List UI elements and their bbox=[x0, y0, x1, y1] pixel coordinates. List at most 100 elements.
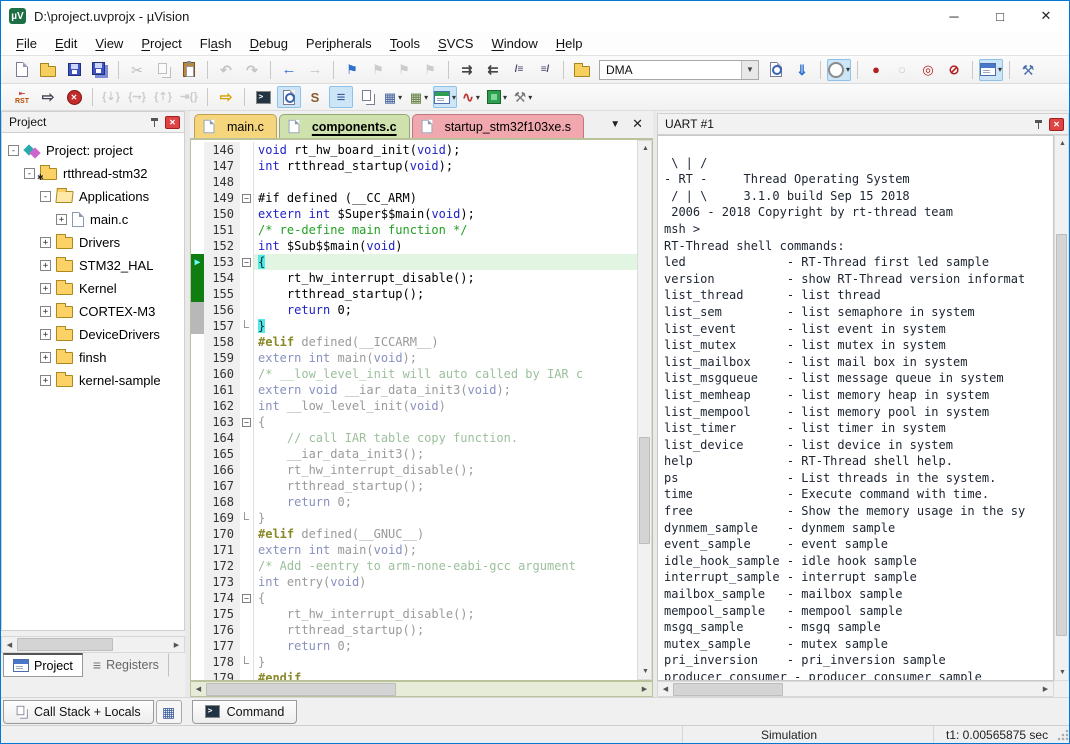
scroll-right-icon[interactable]: ▶ bbox=[1038, 682, 1053, 697]
fold-close-icon[interactable] bbox=[240, 654, 254, 670]
editor-hscrollbar[interactable]: ◀ ▶ bbox=[190, 681, 653, 697]
save-button[interactable] bbox=[62, 59, 86, 81]
fold-open-icon[interactable]: − bbox=[240, 414, 254, 430]
disassembly-window-button[interactable] bbox=[277, 86, 301, 108]
previous-bookmark-button[interactable]: ⚑ bbox=[366, 59, 390, 81]
expand-icon[interactable]: + bbox=[40, 283, 51, 294]
serial-window-button[interactable]: ▾ bbox=[433, 86, 457, 108]
uart-terminal[interactable]: \ | /- RT - Thread Operating System / | … bbox=[657, 135, 1054, 681]
unindent-button[interactable]: ⇇ bbox=[481, 59, 505, 81]
step-button[interactable]: {⇣} bbox=[99, 86, 123, 108]
window-layout-button[interactable]: ▾ bbox=[979, 59, 1003, 81]
project-hscrollbar[interactable]: ◀ ▶ bbox=[1, 636, 185, 653]
navigate-forward-button[interactable]: → bbox=[303, 59, 327, 81]
expand-icon[interactable]: + bbox=[40, 352, 51, 363]
uart-hscrollbar[interactable]: ◀ ▶ bbox=[657, 681, 1054, 697]
tree-item-drivers[interactable]: +Drivers bbox=[2, 231, 184, 254]
chevron-down-icon[interactable]: ▾ bbox=[528, 93, 532, 102]
resize-grip[interactable] bbox=[1056, 728, 1069, 741]
memory-window-button[interactable]: ▦ bbox=[156, 700, 182, 724]
analysis-window-button[interactable]: ∿▾ bbox=[459, 86, 483, 108]
fold-close-icon[interactable] bbox=[240, 318, 254, 334]
editor-tab-startup-stm32f103xe-s[interactable]: startup_stm32f103xe.s bbox=[412, 114, 584, 138]
close-panel-icon[interactable]: ✕ bbox=[1049, 118, 1064, 131]
expand-icon[interactable]: + bbox=[40, 237, 51, 248]
toolbox-button[interactable]: ⚒▾ bbox=[511, 86, 535, 108]
target-select[interactable]: DMA▼ bbox=[599, 60, 759, 80]
cut-button[interactable]: ✂ bbox=[125, 59, 149, 81]
tab-list-icon[interactable]: ▼ bbox=[610, 119, 620, 130]
registers-window-button[interactable]: ≡ bbox=[329, 86, 353, 108]
scroll-right-icon[interactable]: ▶ bbox=[637, 682, 652, 697]
navigate-back-button[interactable]: ← bbox=[277, 59, 301, 81]
tree-item-project-project[interactable]: -Project: project bbox=[2, 139, 184, 162]
scroll-right-icon[interactable]: ▶ bbox=[169, 637, 184, 652]
expand-icon[interactable]: + bbox=[40, 260, 51, 271]
scroll-left-icon[interactable]: ◀ bbox=[658, 682, 673, 697]
tree-item-applications[interactable]: -Applications bbox=[2, 185, 184, 208]
stop-button[interactable]: ✕ bbox=[62, 86, 86, 108]
reset-cpu-button[interactable]: ⇤RST bbox=[10, 86, 34, 108]
load-application-button[interactable] bbox=[570, 59, 594, 81]
undo-button[interactable]: ↶ bbox=[214, 59, 238, 81]
maximize-button[interactable]: □ bbox=[977, 1, 1023, 31]
chevron-down-icon[interactable]: ▾ bbox=[476, 93, 480, 102]
collapse-icon[interactable]: - bbox=[8, 145, 19, 156]
new-file-button[interactable] bbox=[10, 59, 34, 81]
scroll-thumb[interactable] bbox=[639, 437, 650, 545]
uart-vscrollbar[interactable]: ▲ ▼ bbox=[1054, 135, 1069, 681]
run-button[interactable]: ⇨ bbox=[36, 86, 60, 108]
minimize-button[interactable]: ─ bbox=[931, 1, 977, 31]
close-panel-icon[interactable]: ✕ bbox=[165, 116, 180, 129]
step-out-button[interactable]: {⇡} bbox=[151, 86, 175, 108]
tree-item-rtthread-stm32[interactable]: -rtthread-stm32 bbox=[2, 162, 184, 185]
configure-button[interactable]: ⚒ bbox=[1016, 59, 1040, 81]
enable-breakpoint-button[interactable]: ○ bbox=[890, 59, 914, 81]
kill-all-breakpoints-button[interactable]: ⊘ bbox=[942, 59, 966, 81]
expand-icon[interactable]: + bbox=[40, 329, 51, 340]
run-to-cursor-button[interactable]: ⇥{} bbox=[177, 86, 201, 108]
symbol-window-button[interactable]: S bbox=[303, 86, 327, 108]
scroll-up-icon[interactable]: ▲ bbox=[638, 141, 653, 156]
uncomment-button[interactable]: ≡/ bbox=[533, 59, 557, 81]
insert-bookmark-button[interactable]: ⚑ bbox=[340, 59, 364, 81]
panel-tab-registers[interactable]: ≡Registers bbox=[83, 653, 169, 677]
open-file-button[interactable] bbox=[36, 59, 60, 81]
tree-item-main-c[interactable]: +main.c bbox=[2, 208, 184, 231]
chevron-down-icon[interactable]: ▾ bbox=[424, 93, 428, 102]
editor-tab-main-c[interactable]: main.c bbox=[194, 114, 277, 138]
tree-item-finsh[interactable]: +finsh bbox=[2, 346, 184, 369]
watch-window-button[interactable]: ▦▾ bbox=[381, 86, 405, 108]
chevron-down-icon[interactable]: ▾ bbox=[846, 65, 850, 74]
chevron-down-icon[interactable]: ▾ bbox=[398, 93, 402, 102]
system-viewer-button[interactable]: ▾ bbox=[485, 86, 509, 108]
tree-item-stm32-hal[interactable]: +STM32_HAL bbox=[2, 254, 184, 277]
call-stack-window-button[interactable] bbox=[355, 86, 379, 108]
editor-vscrollbar[interactable]: ▲ ▼ bbox=[637, 140, 652, 680]
expand-icon[interactable]: + bbox=[56, 214, 67, 225]
scroll-thumb[interactable] bbox=[673, 683, 783, 696]
insert-breakpoint-button[interactable]: ● bbox=[864, 59, 888, 81]
fold-open-icon[interactable]: − bbox=[240, 254, 254, 270]
menu-svcs[interactable]: SVCS bbox=[429, 33, 482, 54]
chevron-down-icon[interactable]: ▼ bbox=[741, 61, 758, 79]
close-file-icon[interactable]: ✕ bbox=[632, 116, 643, 132]
menu-window[interactable]: Window bbox=[482, 33, 546, 54]
fold-open-icon[interactable]: − bbox=[240, 190, 254, 206]
chevron-down-icon[interactable]: ▾ bbox=[452, 93, 456, 102]
tree-item-cortex-m3[interactable]: +CORTEX-M3 bbox=[2, 300, 184, 323]
download-button[interactable]: ⇓ bbox=[790, 59, 814, 81]
menu-peripherals[interactable]: Peripherals bbox=[297, 33, 381, 54]
redo-button[interactable]: ↷ bbox=[240, 59, 264, 81]
chevron-down-icon[interactable]: ▾ bbox=[503, 93, 507, 102]
scroll-thumb[interactable] bbox=[1056, 234, 1067, 637]
command-window-button[interactable]: > bbox=[251, 86, 275, 108]
menu-project[interactable]: Project bbox=[132, 33, 190, 54]
menu-flash[interactable]: Flash bbox=[191, 33, 241, 54]
chevron-down-icon[interactable]: ▾ bbox=[998, 65, 1002, 74]
pin-icon[interactable] bbox=[149, 117, 160, 128]
scroll-thumb[interactable] bbox=[206, 683, 396, 696]
call-stack-tab[interactable]: Call Stack + Locals bbox=[3, 700, 154, 724]
command-tab[interactable]: > Command bbox=[192, 700, 298, 724]
next-bookmark-button[interactable]: ⚑ bbox=[392, 59, 416, 81]
